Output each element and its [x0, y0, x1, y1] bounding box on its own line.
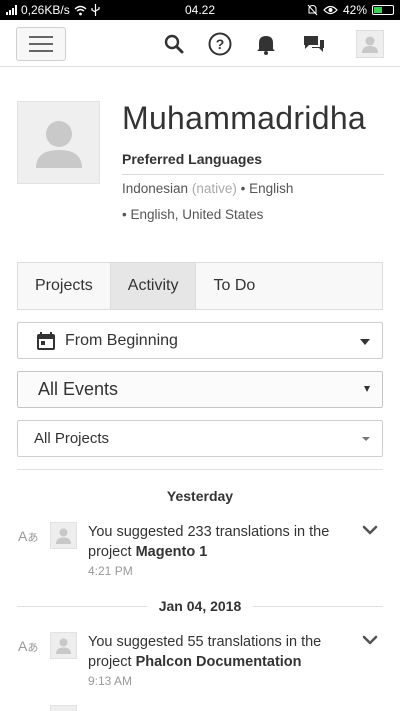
status-left: 0,26KB/s — [6, 3, 166, 17]
bullet: • — [122, 207, 127, 222]
menu-button[interactable] — [16, 27, 66, 61]
tab-projects[interactable]: Projects — [18, 263, 110, 309]
help-icon[interactable]: ? — [207, 31, 233, 57]
activity-description: You suggested 233 translations in the pr… — [88, 524, 330, 560]
projects-filter-value: All Projects — [34, 430, 110, 447]
user-icon — [56, 638, 71, 654]
date-filter-value: From Beginning — [65, 331, 178, 349]
events-filter-value: All Events — [38, 379, 119, 399]
menu-icon-line — [29, 50, 53, 52]
languages-line-1: Indonesian (native) • English — [122, 181, 293, 196]
tab-activity[interactable]: Activity — [109, 263, 197, 309]
user-avatar — [50, 632, 77, 659]
battery-percent: 42% — [342, 3, 367, 17]
feed-date-label: Yesterday — [0, 488, 400, 504]
status-right: 42% — [307, 3, 394, 17]
network-speed: 0,26KB/s — [21, 3, 70, 17]
mute-bell-icon — [307, 4, 318, 16]
menu-icon-line — [29, 43, 53, 45]
search-icon[interactable] — [162, 32, 186, 56]
bullet: • — [240, 181, 246, 196]
preferred-languages-title: Preferred Languages — [122, 151, 263, 167]
language-name: English — [249, 181, 294, 196]
activity-text: You suggested 55 translations in the pro… — [88, 632, 358, 672]
activity-item: Aあ You suggested 55 translations in the … — [0, 632, 400, 692]
activity-time: 9:13 AM — [88, 674, 133, 688]
divider — [122, 174, 384, 175]
language-name: Indonesian — [122, 181, 189, 196]
eye-icon — [323, 5, 338, 15]
feed-date-text: Yesterday — [154, 488, 246, 504]
menu-icon-line — [29, 36, 53, 38]
language-native-note: (native) — [191, 181, 237, 196]
feed-date-label: Jan 04, 2018 — [0, 598, 400, 614]
activity-item: Aあ You suggested 233 translations in the… — [0, 522, 400, 582]
chevron-down-icon[interactable] — [362, 634, 378, 646]
user-avatar — [50, 522, 77, 549]
divider — [17, 469, 383, 470]
signal-icon — [6, 5, 17, 15]
calendar-icon — [37, 331, 55, 350]
project-link[interactable]: Phalcon Documentation — [136, 654, 302, 670]
user-avatar — [50, 705, 77, 711]
activity-text: You suggested 233 translations in the pr… — [88, 522, 358, 562]
status-bar: 0,26KB/s 04.22 42% — [0, 0, 400, 20]
translate-icon: Aあ — [18, 528, 39, 544]
events-filter-dropdown[interactable]: All Events — [17, 371, 383, 408]
dropdown-caret-icon — [364, 386, 370, 392]
bell-icon[interactable] — [254, 32, 278, 56]
battery-level — [374, 7, 382, 13]
profile-avatar — [17, 101, 100, 184]
user-icon — [56, 528, 71, 544]
languages-line-2: • English, United States — [122, 207, 263, 222]
chat-icon[interactable] — [302, 32, 326, 56]
battery-icon — [372, 5, 394, 15]
user-avatar-button[interactable] — [356, 30, 384, 58]
top-nav: ? — [0, 20, 400, 67]
projects-filter-dropdown[interactable]: All Projects — [17, 420, 383, 457]
usb-icon — [91, 4, 100, 16]
tab-todo[interactable]: To Do — [196, 263, 272, 309]
dropdown-caret-icon — [360, 339, 370, 345]
date-filter-dropdown[interactable]: From Beginning — [17, 322, 383, 359]
profile-tabs: Projects Activity To Do — [17, 262, 383, 310]
translate-icon: Aあ — [18, 638, 39, 654]
project-link[interactable]: Magento 1 — [136, 544, 208, 560]
chevron-down-icon[interactable] — [362, 524, 378, 536]
wifi-icon — [74, 5, 87, 15]
svg-text:?: ? — [216, 36, 225, 52]
dropdown-caret-icon — [362, 437, 370, 441]
feed-date-text: Jan 04, 2018 — [146, 598, 254, 614]
activity-time: 4:21 PM — [88, 564, 133, 578]
user-icon — [362, 36, 378, 53]
user-placeholder-icon — [36, 121, 82, 168]
profile-name: Muhammadridha — [122, 100, 367, 136]
language-name: English, United States — [130, 207, 264, 222]
